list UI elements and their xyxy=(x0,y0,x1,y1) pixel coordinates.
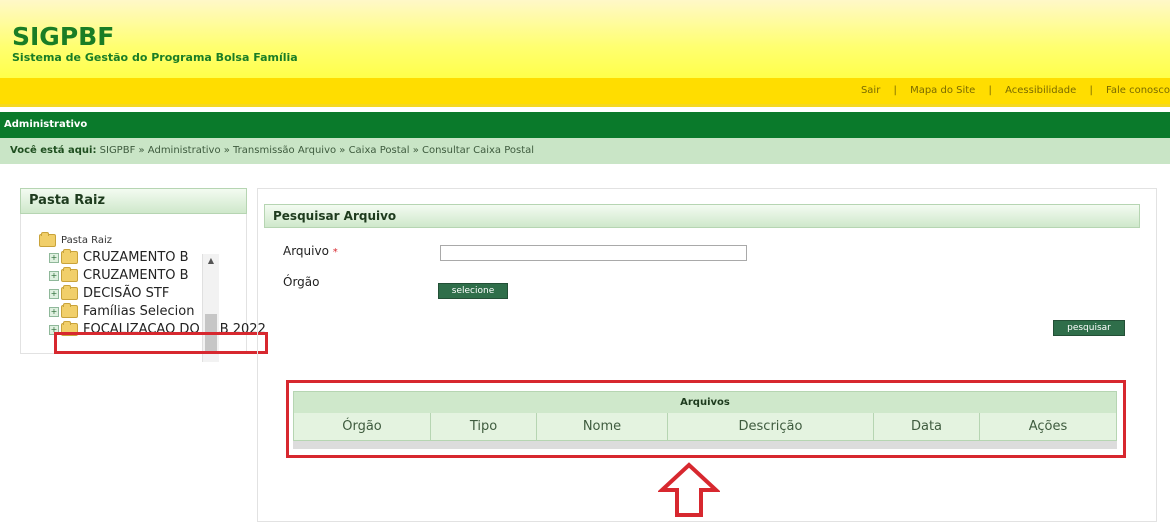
search-section-header: Pesquisar Arquivo xyxy=(264,204,1140,228)
breadcrumb-label: Você está aqui: xyxy=(10,145,97,156)
column-header-orgao[interactable]: Órgão xyxy=(294,413,431,440)
tree-item-label: DECISÃO STF xyxy=(83,286,170,301)
nav-separator: | xyxy=(893,85,897,96)
expand-icon[interactable]: + xyxy=(49,270,59,281)
tree-item-label: CRUZAMENTO B xyxy=(83,268,189,283)
expand-icon[interactable]: + xyxy=(49,252,59,263)
tree-item[interactable]: + Famílias Selecion xyxy=(49,303,195,319)
tree-item-label: Famílias Selecion xyxy=(83,304,195,319)
arquivo-input[interactable] xyxy=(440,245,747,261)
select-orgao-button[interactable]: selecione xyxy=(438,283,508,299)
results-grid-footer xyxy=(293,441,1117,449)
tree-root-label: Pasta Raiz xyxy=(61,235,113,246)
orgao-label: Órgão xyxy=(283,275,320,289)
search-section-title: Pesquisar Arquivo xyxy=(273,209,397,223)
required-mark: * xyxy=(332,247,338,258)
nav-separator: | xyxy=(1089,85,1093,96)
module-label[interactable]: Administrativo xyxy=(4,119,87,130)
tree-item[interactable]: + CRUZAMENTO B xyxy=(49,249,189,265)
header xyxy=(0,0,1170,78)
nav-link-acessibilidade[interactable]: Acessibilidade xyxy=(1005,85,1076,96)
tree-item[interactable]: + CRUZAMENTO B xyxy=(49,267,189,283)
results-grid-header: Órgão Tipo Nome Descrição Data Ações xyxy=(294,413,1116,440)
app-subtitle: Sistema de Gestão do Programa Bolsa Famí… xyxy=(12,51,298,64)
column-header-data[interactable]: Data xyxy=(874,413,980,440)
tree-item[interactable]: + DECISÃO STF xyxy=(49,285,170,301)
folder-icon xyxy=(61,303,78,318)
folder-icon xyxy=(61,249,78,264)
column-header-tipo[interactable]: Tipo xyxy=(431,413,537,440)
top-nav: Sair | Mapa do Site | Acessibilidade | F… xyxy=(0,78,1170,107)
app-logo: SIGPBF xyxy=(12,22,115,51)
expand-icon[interactable]: + xyxy=(49,288,59,299)
module-bar: Administrativo xyxy=(0,112,1170,138)
search-button[interactable]: pesquisar xyxy=(1053,320,1125,336)
nav-link-fale-conosco[interactable]: Fale conosco xyxy=(1106,85,1170,96)
highlight-box-folder xyxy=(54,332,268,354)
folder-tree-title: Pasta Raiz xyxy=(29,193,106,208)
folder-icon xyxy=(39,232,56,247)
expand-icon[interactable]: + xyxy=(49,306,59,317)
folder-icon xyxy=(61,285,78,300)
breadcrumb-path[interactable]: SIGPBF » Administrativo » Transmissão Ar… xyxy=(100,145,534,156)
nav-link-sair[interactable]: Sair xyxy=(861,85,880,96)
tree-root[interactable]: Pasta Raiz xyxy=(39,232,113,247)
up-arrow-icon xyxy=(658,462,720,517)
arquivo-label: Arquivo * xyxy=(283,244,338,258)
arquivo-label-text: Arquivo xyxy=(283,244,329,258)
tree-item-label: CRUZAMENTO B xyxy=(83,250,189,265)
nav-link-mapa-do-site[interactable]: Mapa do Site xyxy=(910,85,975,96)
nav-separator: | xyxy=(988,85,992,96)
folder-tree-header: Pasta Raiz xyxy=(20,188,247,214)
column-header-acoes[interactable]: Ações xyxy=(980,413,1116,440)
column-header-nome[interactable]: Nome xyxy=(537,413,668,440)
results-grid: Arquivos Órgão Tipo Nome Descrição Data … xyxy=(293,391,1117,441)
breadcrumb: Você está aqui: SIGPBF » Administrativo … xyxy=(0,138,1170,164)
folder-icon xyxy=(61,267,78,282)
results-grid-title: Arquivos xyxy=(294,392,1116,414)
column-header-descricao[interactable]: Descrição xyxy=(668,413,874,440)
scroll-up-icon[interactable]: ▲ xyxy=(203,254,219,268)
